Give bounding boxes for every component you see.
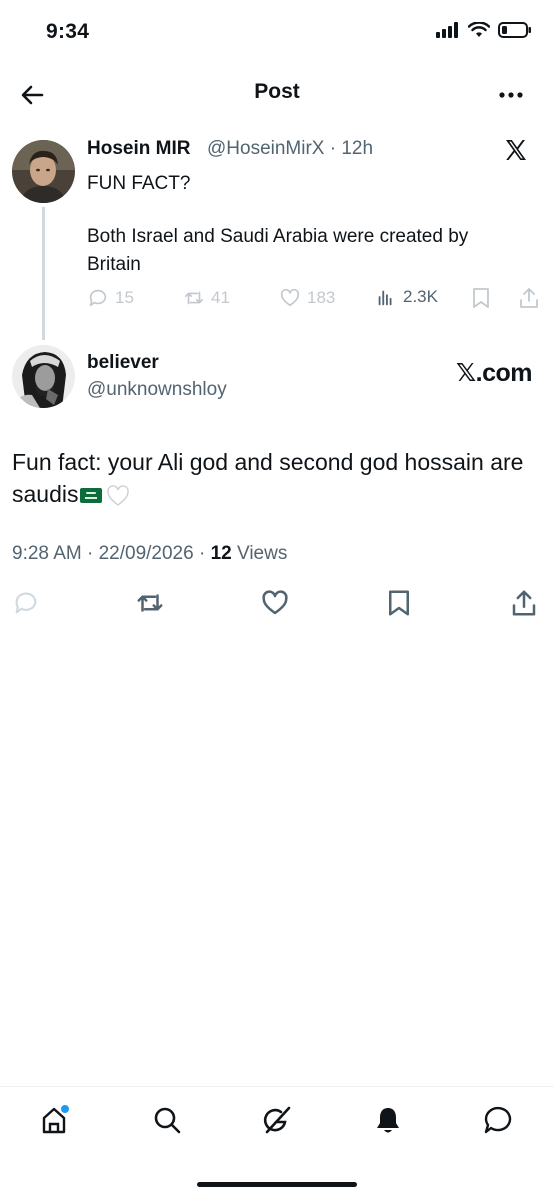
x-logo-icon [504,138,528,162]
tab-notifications[interactable] [368,1100,408,1140]
quoted-replies[interactable]: 15 [87,287,183,309]
tab-search[interactable] [147,1100,187,1140]
share-icon [520,288,538,308]
page-title: Post [254,80,300,103]
quoted-bookmark-button[interactable] [470,286,492,315]
grok-icon [263,1106,291,1134]
share-button[interactable] [508,585,540,621]
reply-icon [89,289,107,307]
quoted-author-handle[interactable]: @HoseinMirX · 12h [207,138,373,160]
author-avatar[interactable] [12,345,75,408]
tab-messages[interactable] [478,1100,518,1140]
like-icon [262,590,288,615]
tab-bar-divider [0,1086,554,1087]
quoted-post-text-line2: Both Israel and Saudi Arabia were create… [87,226,469,275]
status-time: 9:34 [46,20,90,43]
quoted-replies-count: 15 [115,288,134,307]
like-button[interactable] [259,585,291,621]
quoted-reposts[interactable]: 41 [183,287,279,309]
status-icons [436,22,532,38]
home-icon [42,1105,69,1134]
notifications-icon [377,1108,399,1133]
more-icon [499,92,523,98]
thread-connector [42,207,45,340]
tab-grok[interactable] [257,1100,297,1140]
quoted-likes-count: 183 [307,288,336,307]
signal-icon [436,22,458,38]
author-handle[interactable]: @unknownshloy [87,379,227,401]
watermark-text: 𝕏.com [456,359,533,387]
tab-home[interactable] [36,1100,76,1140]
reply-icon [15,592,37,614]
bookmark-icon [389,590,409,616]
bottom-tab-bar [0,1100,554,1140]
quoted-views[interactable]: 2.3K [375,286,438,308]
reply-button[interactable] [10,585,42,621]
person-photo-icon [12,345,75,408]
quoted-views-count: 2.3K [403,287,438,306]
saudi-flag-emoji-icon [80,488,103,504]
quoted-post-text-line1: FUN FACT? [87,173,191,194]
views-label: Views [231,543,288,564]
like-icon [280,288,300,307]
repost-icon [137,594,163,612]
quoted-share-button[interactable] [518,286,540,315]
messages-icon [484,1106,512,1134]
quoted-author-avatar[interactable] [12,140,75,203]
share-icon [512,590,536,616]
views-count: 12 [210,543,232,564]
quoted-likes[interactable]: 183 [279,287,375,309]
quoted-reposts-count: 41 [211,288,230,307]
repost-button[interactable] [134,585,166,621]
views-icon [378,290,392,306]
post-meta: 9:28 AM · 22/09/2026 · 12 Views [12,543,287,565]
post-actions [0,585,554,621]
person-photo-icon [12,140,75,203]
wifi-icon [468,22,490,37]
author-name[interactable]: believer [87,352,159,374]
post-text: Fun fact: your Ali god and second god ho… [12,446,532,510]
bookmark-icon [473,288,489,308]
battery-icon [498,22,531,38]
white-heart-emoji-icon [107,485,130,506]
home-indicator [197,1182,357,1187]
bookmark-button[interactable] [383,585,415,621]
search-icon [154,1107,181,1134]
more-options-button[interactable] [498,82,524,108]
post-timestamp: 9:28 AM · 22/09/2026 · [12,543,211,564]
repost-icon [184,291,204,305]
quoted-author-name[interactable]: Hosein MIR [87,138,190,160]
